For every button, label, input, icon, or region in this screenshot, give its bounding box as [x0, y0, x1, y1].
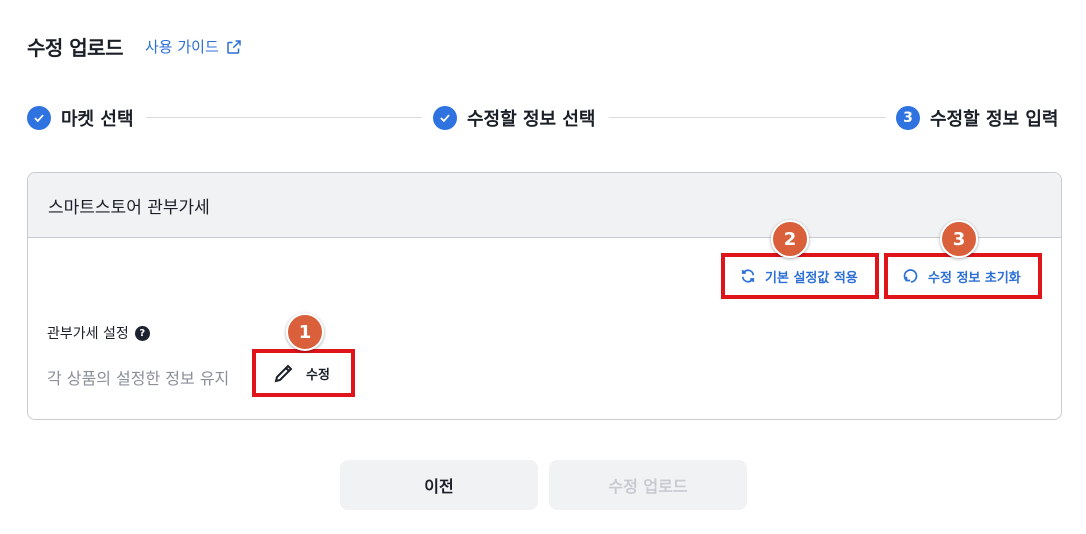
pencil-icon [274, 364, 293, 383]
reset-label: 수정 정보 초기화 [928, 270, 1021, 286]
help-icon[interactable]: ? [134, 325, 150, 341]
step-info-input: 3 수정할 정보 입력 [896, 105, 1058, 131]
field-label: 관부가세 설정 [47, 326, 129, 342]
check-icon [433, 106, 457, 130]
step-label: 마켓 선택 [61, 109, 134, 130]
reset-button[interactable]: 수정 정보 초기화 [884, 253, 1042, 299]
step-connector [146, 117, 422, 118]
guide-link[interactable]: 사용 가이드 [145, 36, 243, 57]
reset-icon [903, 269, 918, 283]
page-title: 수정 업로드 [27, 36, 123, 60]
guide-link-label: 사용 가이드 [145, 38, 219, 56]
step-connector [609, 117, 886, 118]
apply-default-label: 기본 설정값 적용 [765, 270, 858, 286]
refresh-icon [741, 269, 755, 283]
field-label-row: 관부가세 설정 ? [47, 323, 150, 343]
step-number: 3 [896, 106, 920, 130]
annotation-badge-2: 2 [771, 220, 809, 258]
field-value: 각 상품의 설정한 정보 유지 [47, 369, 230, 388]
card-title: 스마트스토어 관부가세 [28, 173, 1061, 238]
upload-button[interactable]: 수정 업로드 [549, 460, 747, 510]
external-link-icon [227, 39, 241, 54]
edit-label: 수정 [306, 367, 330, 383]
step-label: 수정할 정보 선택 [467, 109, 596, 130]
apply-default-button[interactable]: 기본 설정값 적용 [721, 253, 879, 299]
edit-button[interactable]: 수정 [252, 349, 355, 397]
step-label: 수정할 정보 입력 [930, 109, 1059, 130]
step-info-select: 수정할 정보 선택 [433, 105, 595, 131]
annotation-badge-3: 3 [940, 220, 978, 258]
annotation-badge-1: 1 [286, 313, 324, 351]
prev-button[interactable]: 이전 [340, 460, 538, 510]
check-icon [27, 106, 51, 130]
step-market-select: 마켓 선택 [27, 105, 134, 131]
